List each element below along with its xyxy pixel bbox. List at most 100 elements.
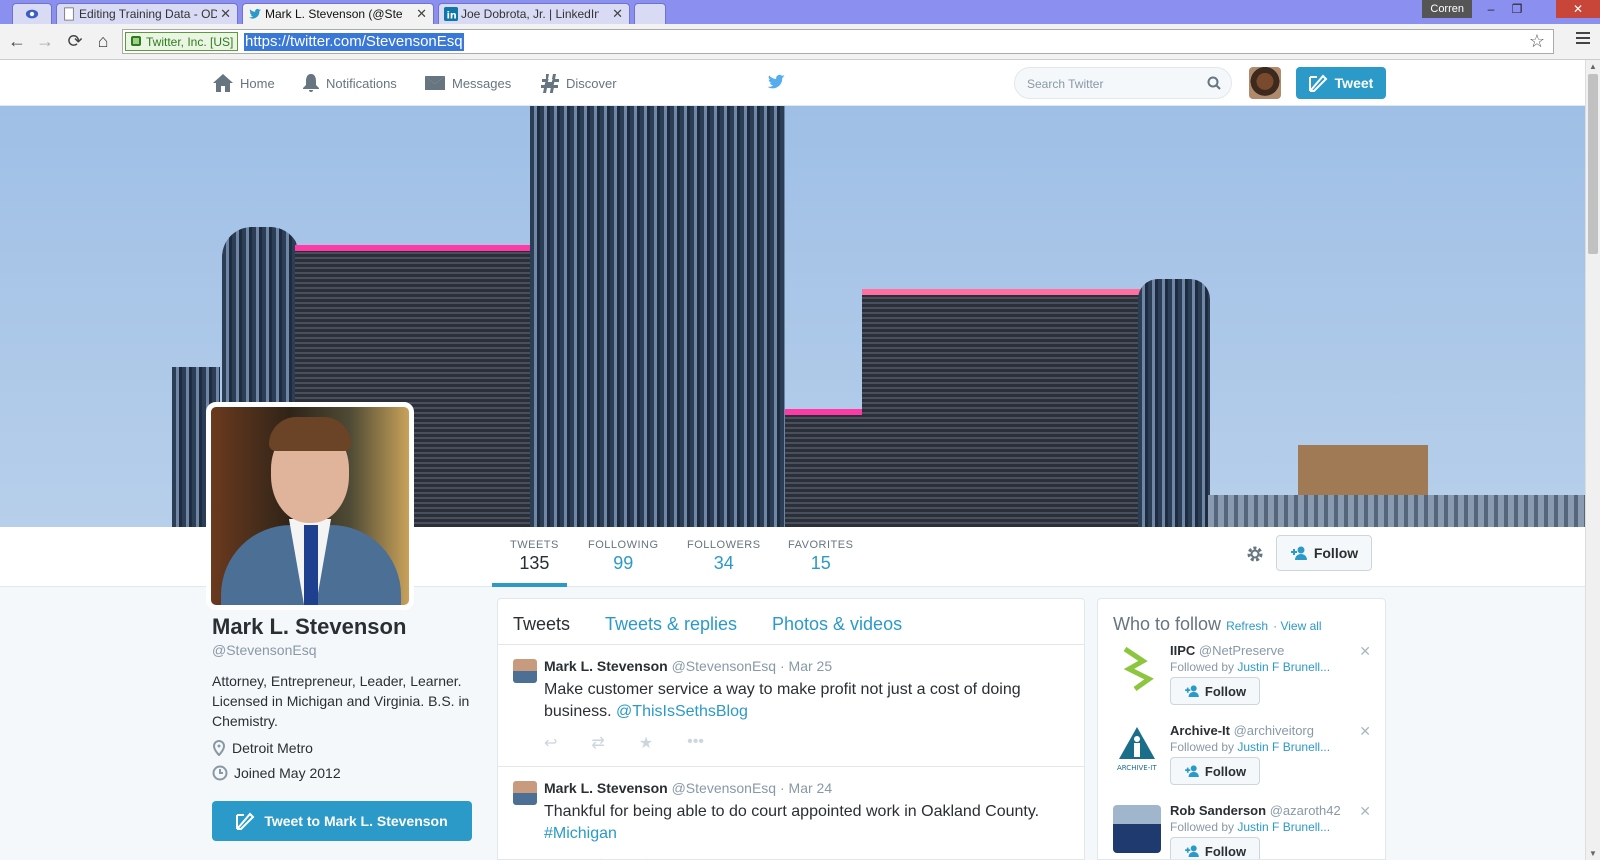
home-icon[interactable]: ⌂ bbox=[92, 30, 114, 52]
nav-home[interactable]: Home bbox=[212, 72, 275, 94]
envelope-icon bbox=[425, 76, 445, 90]
tweet-header: Mark L. Stevenson @StevensonEsq · Mar 25 bbox=[544, 658, 832, 674]
page-scrollbar[interactable]: ▲ ▼ bbox=[1585, 60, 1600, 860]
view-all-link[interactable]: View all bbox=[1280, 619, 1321, 633]
search-input[interactable]: Search Twitter bbox=[1014, 67, 1232, 99]
favorite-star-icon[interactable]: ★ bbox=[639, 733, 653, 753]
eye-icon bbox=[25, 9, 39, 19]
archive-it-logo-icon[interactable]: ARCHIVE-IT bbox=[1113, 725, 1161, 773]
compose-tweet-label: Tweet bbox=[1334, 75, 1374, 91]
close-window-icon[interactable]: ✕ bbox=[1556, 0, 1600, 18]
tweet-item[interactable]: Mark L. Stevenson @StevensonEsq · Mar 25… bbox=[498, 645, 1084, 767]
more-icon[interactable]: ••• bbox=[687, 855, 704, 859]
suggestion-avatar[interactable] bbox=[1113, 805, 1161, 853]
reply-icon[interactable]: ↩ bbox=[544, 733, 557, 753]
minimize-icon[interactable]: – bbox=[1478, 0, 1504, 18]
tweet-item[interactable]: Mark L. Stevenson @StevensonEsq · Mar 24… bbox=[498, 767, 1084, 859]
stat-label: FAVORITES bbox=[788, 539, 854, 551]
more-icon[interactable]: ••• bbox=[687, 733, 704, 753]
tab-photos-videos[interactable]: Photos & videos bbox=[772, 614, 902, 635]
stat-followers[interactable]: FOLLOWERS 34 bbox=[687, 539, 761, 574]
tab-eye[interactable] bbox=[12, 3, 52, 24]
follow-label: Follow bbox=[1204, 763, 1247, 779]
profile-avatar[interactable] bbox=[206, 402, 414, 610]
tweet-to-button[interactable]: Tweet to Mark L. Stevenson bbox=[212, 801, 472, 841]
hashtag-icon bbox=[541, 74, 559, 93]
stat-favorites[interactable]: FAVORITES 15 bbox=[788, 539, 853, 574]
tweet-handle[interactable]: @StevensonEsq bbox=[672, 658, 777, 674]
suggestion-name[interactable]: Rob Sanderson @azaroth42 bbox=[1170, 803, 1341, 818]
tab-tweets[interactable]: Tweets bbox=[513, 614, 570, 635]
add-user-icon bbox=[1185, 845, 1199, 857]
stat-following[interactable]: FOLLOWING 99 bbox=[588, 539, 659, 574]
back-arrow-icon[interactable]: ← bbox=[6, 30, 28, 52]
compose-tweet-button[interactable]: Tweet bbox=[1296, 67, 1386, 99]
stat-value: 15 bbox=[810, 553, 831, 573]
new-tab-button[interactable] bbox=[634, 3, 666, 24]
dismiss-icon[interactable]: ✕ bbox=[1359, 803, 1371, 820]
nav-discover[interactable]: Discover bbox=[540, 72, 617, 94]
reply-icon[interactable]: ↩ bbox=[544, 855, 557, 859]
suggestion-name[interactable]: Archive-It @archiveitorg bbox=[1170, 723, 1314, 738]
favorite-star-icon[interactable]: ★ bbox=[639, 855, 653, 859]
dismiss-icon[interactable]: ✕ bbox=[1359, 643, 1371, 660]
nav-messages[interactable]: Messages bbox=[424, 72, 511, 94]
tweet-date[interactable]: · Mar 25 bbox=[780, 658, 832, 674]
scroll-thumb[interactable] bbox=[1588, 74, 1598, 254]
suggestion-follow-button[interactable]: Follow bbox=[1170, 677, 1260, 705]
stat-tweets[interactable]: TWEETS 135 bbox=[510, 539, 559, 574]
nav-notifications-label: Notifications bbox=[326, 75, 397, 91]
twitter-icon bbox=[248, 8, 262, 19]
retweet-icon[interactable]: ⇄ bbox=[591, 855, 604, 859]
tweet-handle[interactable]: @StevensonEsq bbox=[672, 780, 777, 796]
scroll-up-arrow-icon[interactable]: ▲ bbox=[1589, 62, 1597, 71]
suggestion-name[interactable]: IIPC @NetPreserve bbox=[1170, 643, 1284, 658]
gear-icon[interactable] bbox=[1245, 544, 1265, 564]
who-to-follow-panel: Who to follow Refresh · View all IIPC @N… bbox=[1097, 598, 1386, 860]
retweet-icon[interactable]: ⇄ bbox=[591, 733, 604, 753]
iipc-logo-icon[interactable] bbox=[1113, 645, 1161, 693]
tab-close-icon[interactable]: ✕ bbox=[612, 6, 623, 22]
follow-button[interactable]: Follow bbox=[1276, 535, 1372, 571]
active-stat-underline bbox=[492, 583, 567, 587]
compose-quill-icon bbox=[236, 812, 255, 830]
tweet-hashtag-link[interactable]: #Michigan bbox=[544, 825, 617, 842]
bookmark-star-icon[interactable]: ☆ bbox=[1529, 31, 1545, 52]
profile-name[interactable]: Mark L. Stevenson bbox=[212, 614, 482, 640]
browser-menu-icon[interactable] bbox=[1576, 32, 1590, 47]
scroll-down-arrow-icon[interactable]: ▼ bbox=[1589, 849, 1597, 858]
twitter-bird-logo-icon[interactable] bbox=[765, 72, 787, 92]
suggestion-follow-button[interactable]: Follow bbox=[1170, 757, 1260, 785]
tab-close-icon[interactable]: ✕ bbox=[220, 6, 231, 22]
restore-icon[interactable]: ❐ bbox=[1504, 0, 1530, 18]
profile-handle[interactable]: @StevensonEsq bbox=[212, 642, 482, 658]
tweet-actions: ↩ ⇄ ★ ••• bbox=[544, 855, 704, 859]
url-text[interactable]: https://twitter.com/StevensonEsq bbox=[244, 33, 464, 51]
tab-twitter-profile[interactable]: Mark L. Stevenson (@Stev ✕ bbox=[242, 3, 434, 24]
tab-linkedin[interactable]: in Joe Dobrota, Jr. | LinkedIn ✕ bbox=[438, 3, 630, 24]
nav-notifications[interactable]: Notifications bbox=[302, 72, 397, 94]
tweet-mention-link[interactable]: @ThisIsSethsBlog bbox=[616, 703, 748, 720]
profile-joined: Joined May 2012 bbox=[212, 765, 482, 781]
browser-user-badge[interactable]: Corren bbox=[1422, 0, 1472, 18]
tweet-avatar[interactable] bbox=[513, 781, 537, 805]
tab-editing-training-data[interactable]: Editing Training Data - OD ✕ bbox=[56, 3, 238, 24]
reload-icon[interactable]: ⟳ bbox=[64, 30, 86, 52]
tab-tweets-replies[interactable]: Tweets & replies bbox=[605, 614, 737, 635]
add-user-icon bbox=[1185, 765, 1199, 777]
address-bar[interactable]: Twitter, Inc. [US] https://twitter.com/S… bbox=[122, 29, 1554, 54]
dismiss-icon[interactable]: ✕ bbox=[1359, 723, 1371, 740]
ev-certificate-badge[interactable]: Twitter, Inc. [US] bbox=[125, 32, 239, 51]
tweet-date[interactable]: · Mar 24 bbox=[780, 780, 832, 796]
suggestion-follow-button[interactable]: Follow bbox=[1170, 837, 1260, 859]
user-avatar[interactable] bbox=[1249, 67, 1281, 99]
search-icon[interactable] bbox=[1207, 76, 1221, 90]
timeline-tabs: Tweets Tweets & replies Photos & videos bbox=[498, 599, 1084, 645]
tweet-author[interactable]: Mark L. Stevenson bbox=[544, 780, 668, 796]
refresh-link[interactable]: Refresh bbox=[1226, 619, 1268, 633]
tweet-author[interactable]: Mark L. Stevenson bbox=[544, 658, 668, 674]
tab-close-icon[interactable]: ✕ bbox=[416, 6, 427, 22]
tab-label: Mark L. Stevenson (@Stev bbox=[265, 7, 403, 21]
forward-arrow-icon[interactable]: → bbox=[34, 30, 56, 52]
tweet-avatar[interactable] bbox=[513, 659, 537, 683]
